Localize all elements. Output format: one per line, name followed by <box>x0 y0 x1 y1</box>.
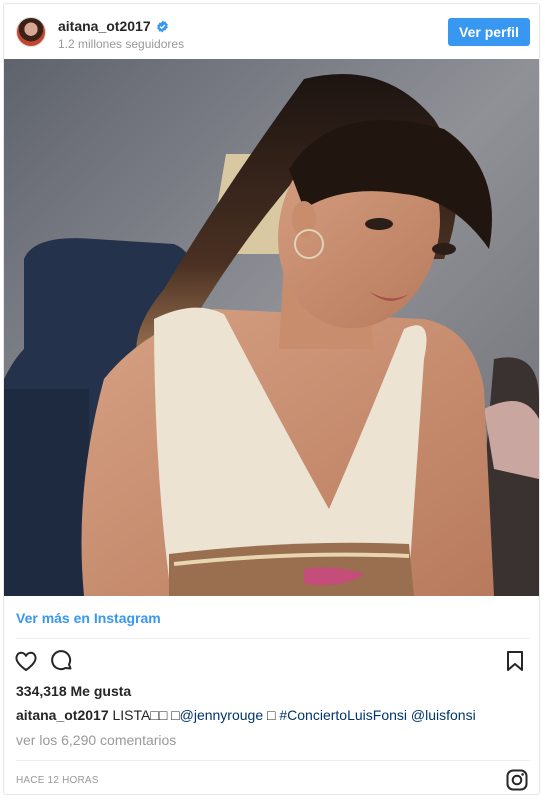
divider <box>16 760 530 761</box>
caption-text: LISTA□□ □ <box>112 707 180 723</box>
caption-username[interactable]: aitana_ot2017 <box>16 707 109 723</box>
instagram-icon[interactable] <box>505 768 529 792</box>
comment-icon[interactable] <box>50 649 74 673</box>
divider <box>16 638 530 639</box>
post-photo[interactable] <box>4 59 539 596</box>
like-count: 334,318 Me gusta <box>16 683 132 699</box>
bookmark-icon[interactable] <box>503 649 527 673</box>
post-timestamp[interactable]: HACE 12 HORAS <box>16 775 99 786</box>
caption-mention-jennyrouge[interactable]: @jennyrouge <box>180 707 264 723</box>
view-more-on-instagram-link[interactable]: Ver más en Instagram <box>16 610 161 626</box>
avatar[interactable] <box>16 17 46 47</box>
caption-mention-luisfonsi[interactable]: @luisfonsi <box>411 707 476 723</box>
heart-icon[interactable] <box>14 649 38 673</box>
caption-separator: □ <box>263 707 280 723</box>
follower-count: 1.2 millones seguidores <box>58 37 185 51</box>
post-photo-image <box>4 59 539 596</box>
username-row: aitana_ot2017 <box>58 18 169 34</box>
view-comments-link[interactable]: ver los 6,290 comentarios <box>16 732 176 748</box>
instagram-embed-card: aitana_ot2017 1.2 millones seguidores Ve… <box>3 3 540 795</box>
caption-hashtag[interactable]: #ConciertoLuisFonsi <box>279 707 407 723</box>
post-header: aitana_ot2017 1.2 millones seguidores Ve… <box>4 4 539 62</box>
username[interactable]: aitana_ot2017 <box>58 18 151 34</box>
post-caption: aitana_ot2017 LISTA□□ □@jennyrouge □ #Co… <box>16 707 530 723</box>
view-profile-button[interactable]: Ver perfil <box>448 18 530 46</box>
verified-badge-icon <box>156 20 169 33</box>
